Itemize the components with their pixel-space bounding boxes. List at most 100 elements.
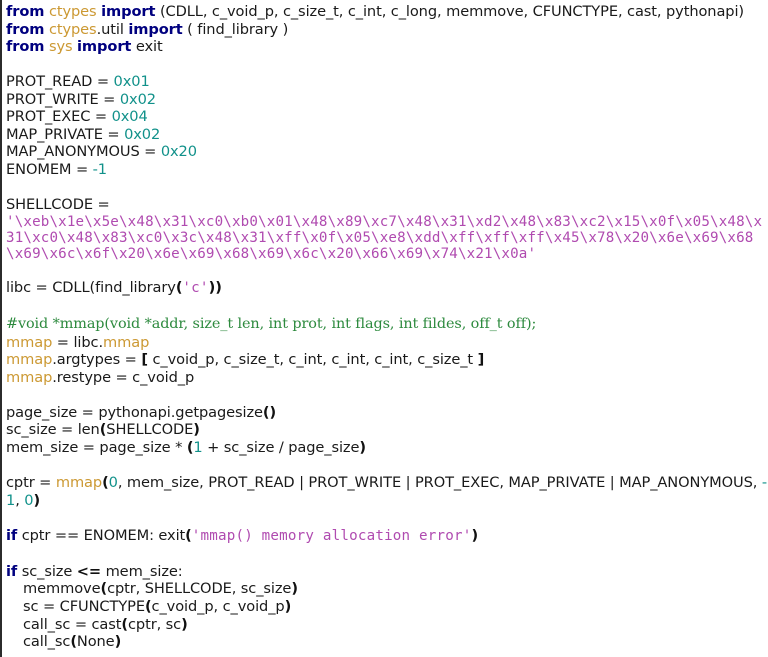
const-value: 0x02 [119,90,156,108]
arg-separator: , [15,491,25,509]
string-literal: 'mmap() memory allocation error' [191,527,472,544]
keyword-import: import [77,38,132,56]
libc-expr: libc = CDLL(find_library [6,279,176,297]
const-name: PROT_READ = [6,73,114,91]
paren-open: ( [185,526,192,544]
code-line-sc-size: sc_size = len(SHELLCODE) [6,421,768,439]
code-line-1: from ctypes import (CDLL, c_void_p, c_si… [6,3,768,21]
attribute-assign: .restype = c_void_p [52,368,195,386]
operator-lte: <= [76,562,102,580]
paren-close: ) [359,439,366,457]
paren-close: ) [471,526,479,544]
const-value: 0x04 [111,108,148,126]
keyword-import: import [101,3,156,20]
page-size-expr: page_size = pythonapi.getpagesize [6,403,263,421]
paren-open: ( [102,474,109,492]
number-literal: 0 [108,474,118,492]
paren-close: ) [193,421,200,439]
paren-close: ) [114,633,122,651]
cfunctype-args: c_void_p, c_void_p [151,597,285,615]
const-value: 0x01 [113,73,150,91]
condition-expr: cptr == ENOMEM: exit [17,526,186,544]
code-line-enomem: ENOMEM = -1 [6,161,768,179]
mem-size-expr: mem_size = page_size * [6,439,187,457]
function-name: mmap [6,368,53,386]
mem-size-tail: + sc_size / page_size [202,439,360,457]
keyword-from: from [6,38,45,56]
code-line-3: from sys import exit [6,38,768,56]
code-line-map-private: MAP_PRIVATE = 0x02 [6,126,768,144]
const-name: PROT_EXEC = [6,108,112,126]
module-submodule: .util [96,20,124,38]
code-line-page-size: page_size = pythonapi.getpagesize() [6,404,768,422]
comment-text: #void *mmap(void *addr, size_t len, int … [6,316,537,333]
mmap-args: , mem_size, PROT_READ | PROT_WRITE | PRO… [117,474,762,492]
code-line-mmap-restype: mmap.restype = c_void_p [6,369,768,387]
argtypes-list: c_void_p, c_size_t, c_int, c_int, c_int,… [147,351,478,369]
paren-open: ( [121,615,128,633]
module-name: ctypes [48,20,97,38]
code-line-shellcode-assign: SHELLCODE = [6,196,768,214]
keyword-if: if [6,562,18,580]
keyword-import: import [128,20,183,38]
code-line-2: from ctypes.util import ( find_library ) [6,21,768,39]
code-line-mem-size: mem_size = page_size * (1 + sc_size / pa… [6,439,768,457]
parens: () [262,403,277,421]
const-name: MAP_PRIVATE = [6,125,125,143]
paren-close: ) [284,597,292,615]
condition-rhs: mem_size: [101,562,183,580]
bracket-open: [ [141,351,148,369]
const-name: ENOMEM = [6,160,93,178]
code-line-mmap-signature-comment: #void *mmap(void *addr, size_t len, int … [6,315,768,334]
call-sc-arg: None [76,633,115,651]
string-literal: 'c' [182,280,209,297]
const-value: 0x02 [124,125,161,143]
cast-assign: call_sc = cast [23,615,122,633]
code-line-prot-read: PROT_READ = 0x01 [6,73,768,91]
paren-close: ) [181,615,188,633]
paren-close: )) [208,279,222,297]
bracket-close: ] [477,351,485,369]
function-name: mmap [55,474,103,492]
call-sc-name: call_sc [23,633,71,651]
code-line-if-sc-size: if sc_size <= mem_size: [6,563,768,581]
function-name: mmap [103,333,150,351]
cast-args: cptr, sc [127,615,182,633]
code-listing[interactable]: from ctypes import (CDLL, c_void_p, c_si… [0,0,768,657]
import-list: (CDLL, c_void_p, c_size_t, c_int, c_long… [159,3,744,20]
paren-close: ) [291,580,298,598]
paren-open: ( [70,633,77,651]
code-line-cptr-mmap-call: cptr = mmap(0, mem_size, PROT_READ | PRO… [6,474,768,509]
shellcode-string: '\xeb\x1e\x5e\x48\x31\xc0\xb0\x01\x48\x8… [6,213,763,262]
code-line-mmap-argtypes: mmap.argtypes = [ c_void_p, c_size_t, c_… [6,351,768,369]
code-line-prot-exec: PROT_EXEC = 0x04 [6,108,768,126]
code-line-cfunctype: sc = CFUNCTYPE(c_void_p, c_void_p) [6,598,768,616]
function-name: mmap [6,351,53,369]
code-line-call-sc: call_sc(None) [6,633,768,651]
code-line-if-enomem: if cptr == ENOMEM: exit('mmap() memory a… [6,527,768,546]
assign-expr: = libc. [52,333,103,351]
module-name: ctypes [48,3,97,20]
module-name: sys [48,38,73,56]
cptr-assign: cptr = [6,474,56,492]
paren-close: ) [33,491,41,509]
sc-size-expr: sc_size = len [6,421,100,439]
const-name: PROT_WRITE = [6,90,120,108]
keyword-from: from [6,3,45,20]
code-line-map-anonymous: MAP_ANONYMOUS = 0x20 [6,143,768,161]
const-name: MAP_ANONYMOUS = [6,143,161,161]
function-name: mmap [6,333,53,351]
cfunctype-assign: sc = CFUNCTYPE [23,597,145,615]
memmove-call: memmove [23,580,101,598]
memmove-args: cptr, SHELLCODE, sc_size [107,580,292,598]
code-line-prot-write: PROT_WRITE = 0x02 [6,91,768,109]
shellcode-label: SHELLCODE = [6,196,110,214]
